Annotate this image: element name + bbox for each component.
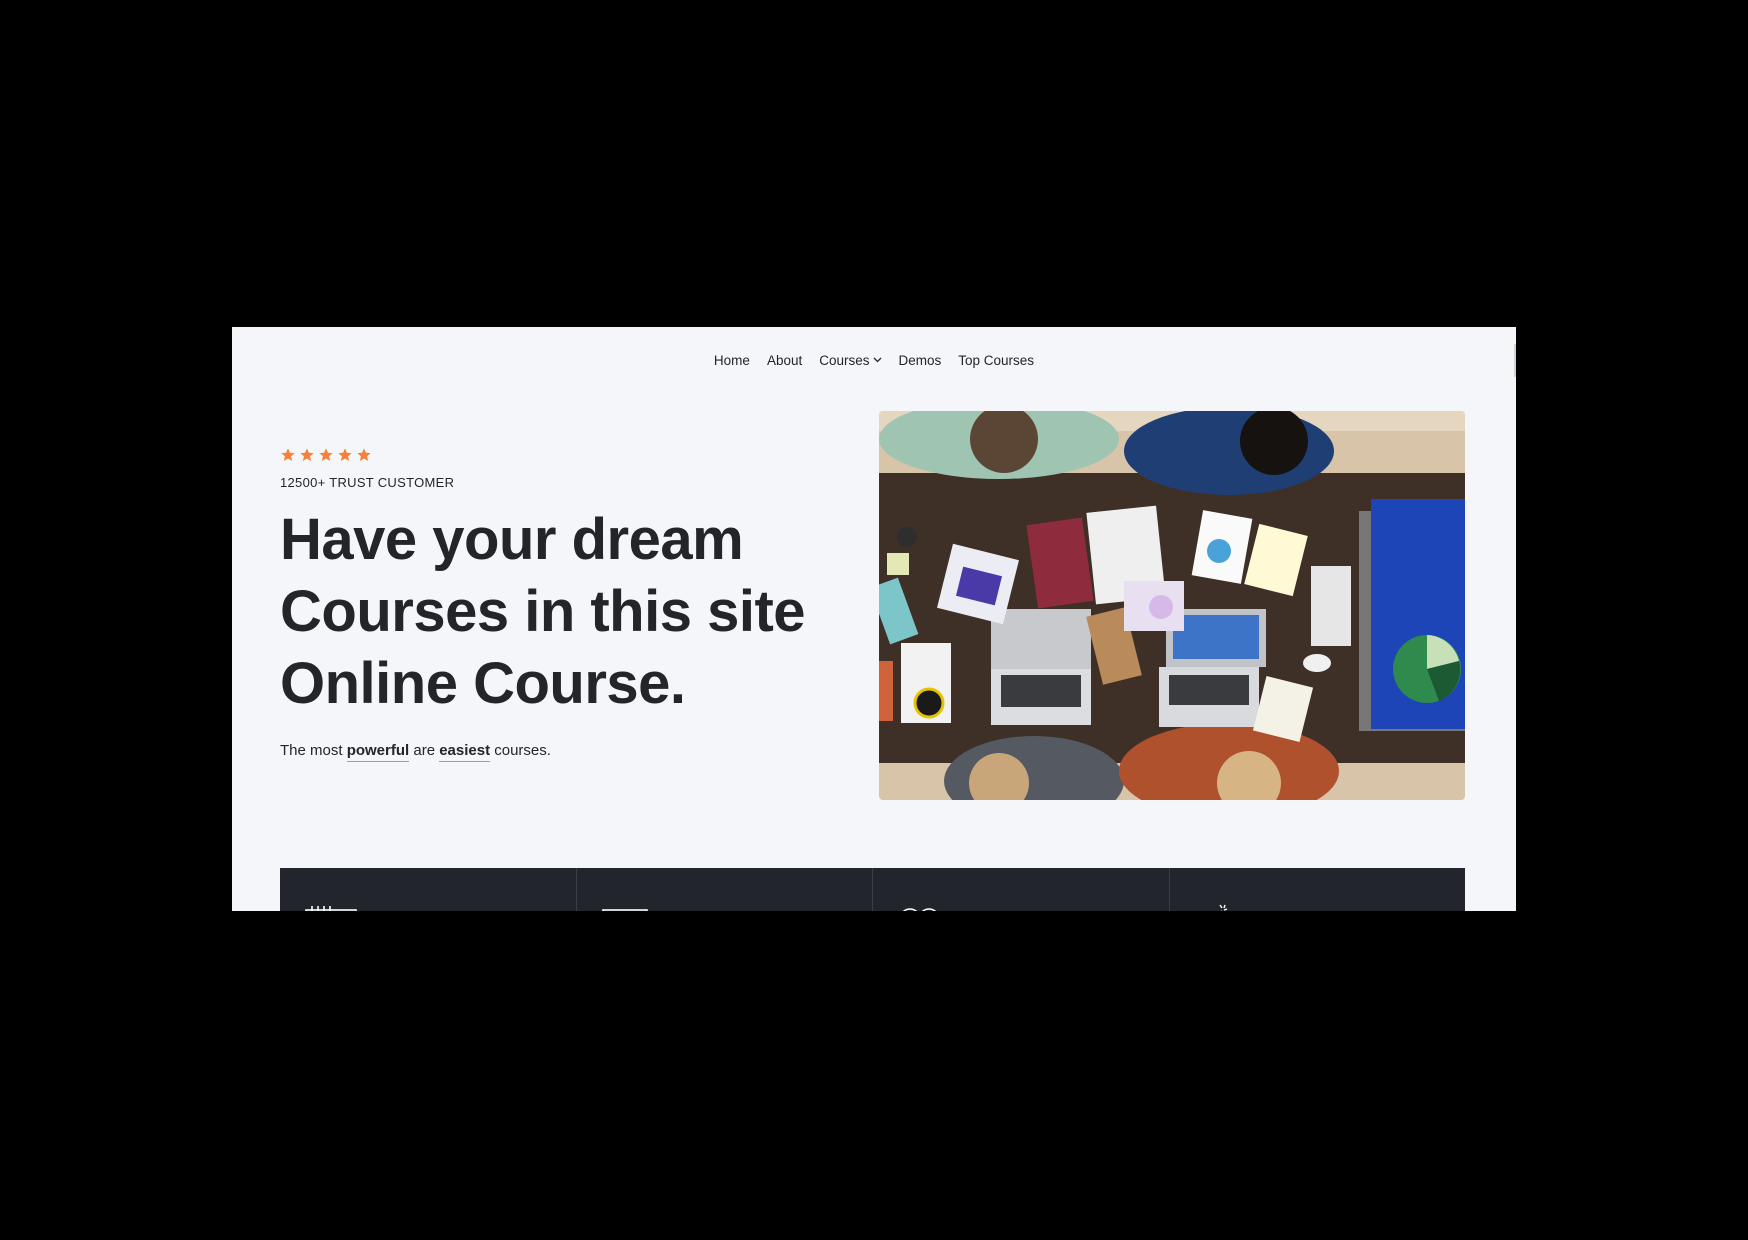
feature-card-1 (280, 868, 577, 911)
trust-label: 12500+ TRUST CUSTOMER (280, 475, 455, 490)
hero-image (879, 411, 1465, 800)
star-icon (319, 448, 333, 461)
nav-home[interactable]: Home (714, 353, 750, 368)
nav-about[interactable]: About (767, 353, 802, 368)
star-icon (338, 448, 352, 461)
feature-card-2 (577, 868, 873, 911)
team-meeting-photo (879, 411, 1465, 800)
chevron-down-icon (873, 357, 881, 363)
badge-check-icon (902, 908, 937, 911)
handshake-icon (1218, 904, 1227, 911)
page-title: Have your dream Courses in this site Onl… (280, 504, 840, 720)
headline-line-1: Have your dream (280, 507, 744, 572)
landing-page: Home About Courses Demos Top Courses 125… (232, 327, 1516, 911)
main-nav: Home About Courses Demos Top Courses (232, 327, 1516, 393)
nav-courses[interactable]: Courses (819, 353, 881, 368)
laptop-icon (601, 909, 648, 911)
features-bar (280, 868, 1465, 911)
hero-subtitle: The most powerful are easiest courses. (280, 742, 840, 762)
star-icon (281, 448, 295, 461)
headline-line-3: Online Course. (280, 651, 686, 716)
nav-demos[interactable]: Demos (899, 353, 942, 368)
nav-courses-label: Courses (819, 352, 870, 368)
subtitle-highlight-powerful: powerful (346, 742, 410, 762)
feature-card-3 (873, 868, 1170, 911)
star-icon (357, 448, 371, 461)
subtitle-prefix: The most (280, 742, 347, 759)
subtitle-middle: are (409, 742, 440, 759)
rating-stars (280, 447, 840, 463)
nav-top-courses[interactable]: Top Courses (958, 353, 1034, 368)
subtitle-highlight-easiest: easiest (439, 742, 491, 762)
ruler-pen-icon (305, 906, 357, 911)
subtitle-suffix: courses. (490, 742, 551, 759)
hero-content: 12500+ TRUST CUSTOMER Have your dream Co… (280, 447, 840, 774)
feature-card-4 (1170, 868, 1466, 911)
headline-line-2: Courses in this site (280, 579, 806, 644)
star-icon (300, 448, 314, 461)
